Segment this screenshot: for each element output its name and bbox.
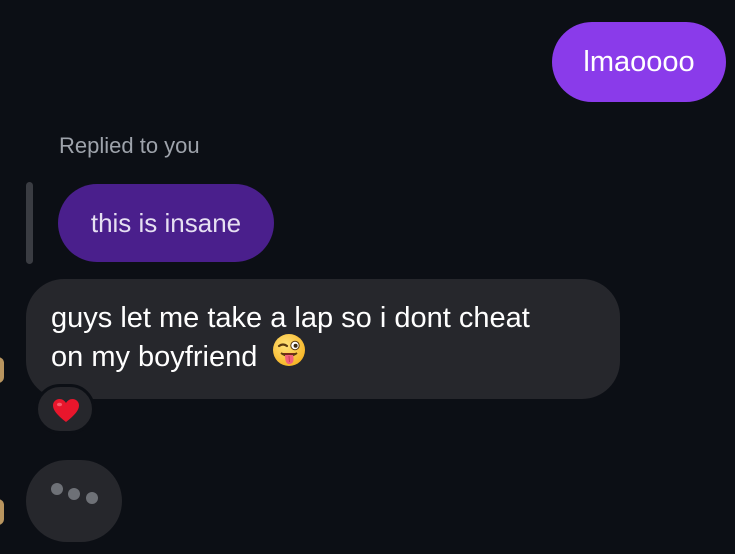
reply-context-label: Replied to you bbox=[59, 133, 200, 158]
quoted-message-bubble[interactable]: this is insane bbox=[58, 184, 274, 262]
heart-reaction[interactable] bbox=[35, 384, 95, 434]
received-message-line-2: on my boyfriend bbox=[51, 334, 596, 379]
sender-avatar-typing[interactable] bbox=[0, 499, 4, 525]
typing-dot bbox=[68, 488, 80, 500]
red-heart-icon bbox=[53, 399, 79, 422]
received-message-line-1: guys let me take a lap so i dont cheat bbox=[51, 302, 530, 334]
typing-dot bbox=[51, 483, 63, 495]
typing-indicator bbox=[26, 460, 122, 542]
sent-message-bubble[interactable]: lmaoooo bbox=[552, 22, 726, 102]
typing-dot bbox=[86, 492, 98, 504]
winking-face-with-tongue-icon bbox=[271, 332, 307, 379]
received-message-bubble[interactable]: guys let me take a lap so i dont cheat o… bbox=[26, 279, 620, 399]
received-message-line-2-text: on my boyfriend bbox=[51, 341, 258, 374]
reply-quote-bar bbox=[26, 182, 33, 264]
sender-avatar[interactable] bbox=[0, 357, 4, 383]
